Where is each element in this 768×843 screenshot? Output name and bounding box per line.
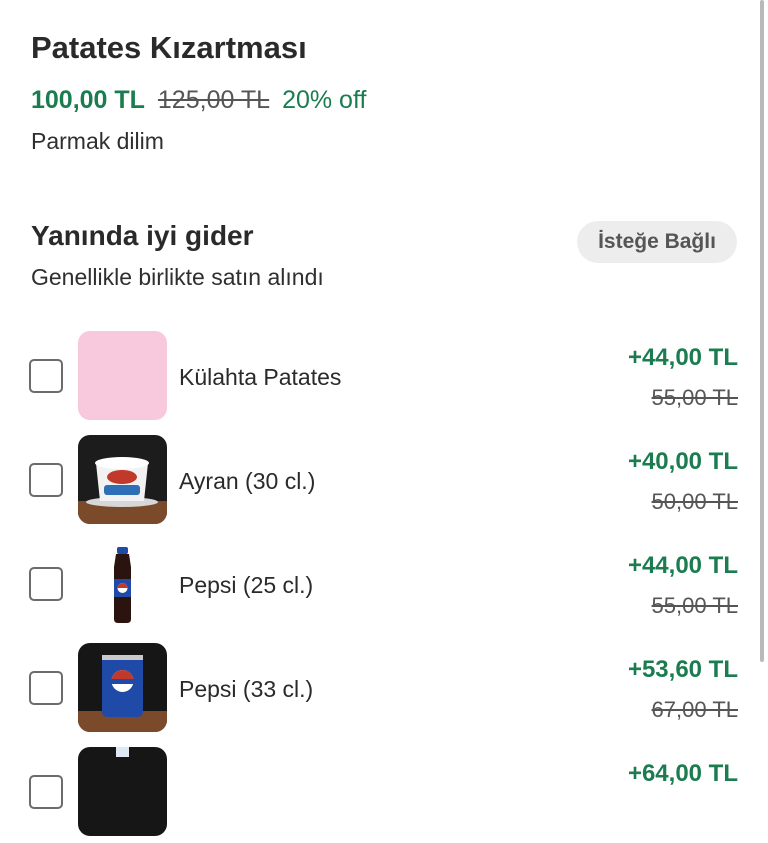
current-price: 100,00 TL xyxy=(31,86,145,114)
addon-price: +44,00 TL xyxy=(627,552,738,579)
addon-price: +40,00 TL xyxy=(627,448,738,475)
addon-price: +44,00 TL xyxy=(627,344,738,371)
addon-thumbnail xyxy=(78,539,167,628)
addon-old-price: 50,00 TL xyxy=(651,489,738,514)
addon-checkbox[interactable] xyxy=(29,567,63,601)
addon-item[interactable]: +64,00 TL xyxy=(0,747,768,843)
pepsi-bottle-image xyxy=(78,539,167,628)
pepsi-can-image xyxy=(78,643,167,732)
addon-old-price: 55,00 TL xyxy=(651,593,738,618)
addon-thumbnail xyxy=(78,643,167,732)
water-bottle-image xyxy=(78,747,167,836)
old-price: 125,00 TL xyxy=(157,86,270,114)
addon-item[interactable]: Pepsi (25 cl.) +44,00 TL 55,00 TL xyxy=(0,539,768,635)
addon-checkbox[interactable] xyxy=(29,671,63,705)
addon-price: +53,60 TL xyxy=(627,656,738,683)
addon-thumbnail xyxy=(78,435,167,524)
discount-label: 20% off xyxy=(282,86,367,114)
addon-name: Külahta Patates xyxy=(179,364,342,390)
product-description: Parmak dilim xyxy=(31,128,164,154)
product-title: Patates Kızartması xyxy=(31,30,307,65)
section-subtitle: Genellikle birlikte satın alındı xyxy=(31,264,324,290)
price-row: 100,00 TL 125,00 TL 20% off xyxy=(31,86,366,115)
addon-thumbnail xyxy=(78,747,167,836)
optional-badge: İsteğe Bağlı xyxy=(577,221,737,263)
addon-name: Ayran (30 cl.) xyxy=(179,468,316,494)
addon-item[interactable]: Külahta Patates +44,00 TL 55,00 TL xyxy=(0,331,768,427)
addon-checkbox[interactable] xyxy=(29,359,63,393)
addon-checkbox[interactable] xyxy=(29,775,63,809)
pink-placeholder-image xyxy=(78,331,167,420)
addon-name: Pepsi (25 cl.) xyxy=(179,572,314,598)
addon-name: Pepsi (33 cl.) xyxy=(179,676,314,702)
addon-item[interactable]: Pepsi (33 cl.) +53,60 TL 67,00 TL xyxy=(0,643,768,739)
addon-checkbox[interactable] xyxy=(29,463,63,497)
addon-price: +64,00 TL xyxy=(627,760,738,787)
section-title: Yanında iyi gider xyxy=(31,220,254,251)
addon-thumbnail xyxy=(78,331,167,420)
ayran-cup-image xyxy=(78,435,167,524)
addon-old-price: 67,00 TL xyxy=(651,697,738,722)
addon-old-price: 55,00 TL xyxy=(651,385,738,410)
addon-item[interactable]: Ayran (30 cl.) +40,00 TL 50,00 TL xyxy=(0,435,768,531)
